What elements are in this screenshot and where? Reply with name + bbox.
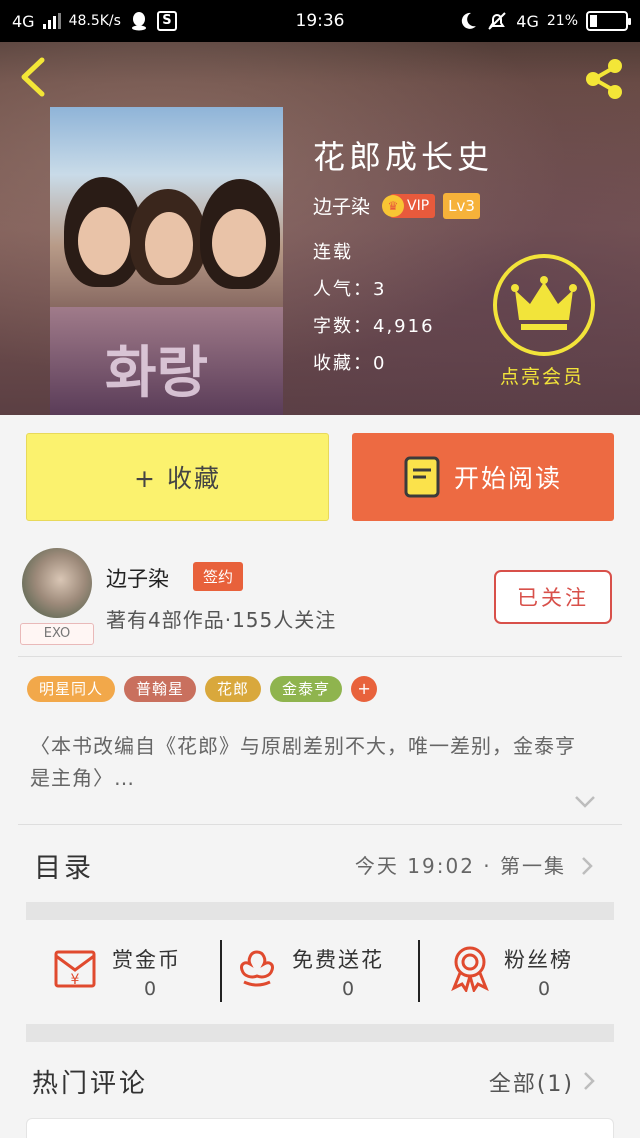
- reward-flowers-label: 免费送花: [292, 948, 384, 972]
- battery-percent: 21%: [546, 13, 578, 29]
- chevron-right-icon[interactable]: [582, 1070, 596, 1092]
- reward-fans[interactable]: 粉丝榜 0: [420, 920, 640, 1024]
- favorite-label: + 收藏: [134, 464, 221, 493]
- qq-icon: [131, 12, 146, 31]
- tag-chip[interactable]: 明星同人: [27, 676, 116, 702]
- section-separator: [26, 1024, 614, 1042]
- chevron-right-icon: [582, 857, 593, 875]
- chevron-down-icon[interactable]: [574, 795, 596, 809]
- book-author[interactable]: 边子染: [313, 192, 370, 219]
- favorite-button[interactable]: + 收藏: [26, 433, 329, 521]
- author-card: EXO 边子染 签约 著有4部作品·155人关注 已关注: [0, 535, 640, 655]
- clock: 19:36: [295, 11, 345, 31]
- divider: [18, 824, 622, 825]
- catalog-title: 目录: [34, 853, 94, 884]
- reward-coins-count: 0: [144, 978, 157, 1000]
- vip-badge: ♛ VIP: [382, 193, 436, 218]
- svg-text:¥: ¥: [71, 972, 80, 988]
- reward-coins[interactable]: ¥ 赏金币 0: [0, 920, 220, 1024]
- mute-bell-icon: [488, 12, 507, 30]
- start-reading-label: 开始阅读: [453, 464, 562, 493]
- add-tag-button[interactable]: +: [351, 676, 378, 702]
- book-icon: [404, 456, 440, 498]
- reward-coins-label: 赏金币: [112, 948, 181, 972]
- hot-comments-header: 热门评论 全部(1): [0, 1048, 640, 1118]
- red-envelope-icon: ¥: [54, 950, 96, 988]
- flower-icon: [240, 950, 274, 987]
- word-count: 字数：4,916: [313, 316, 435, 337]
- all-comments-link[interactable]: 全部(1): [489, 1066, 574, 1098]
- reward-bar: ¥ 赏金币 0 免费送花 0 粉丝榜 0: [0, 920, 640, 1024]
- app-s-icon: S: [156, 11, 177, 31]
- tag-chip[interactable]: 金泰亨: [270, 676, 343, 702]
- member-button[interactable]: [493, 254, 595, 356]
- level-badge: Lv3: [443, 192, 480, 219]
- latest-chapter: 今天 19:02 · 第一集: [354, 854, 566, 878]
- network-right-label: 4G: [516, 11, 539, 31]
- author-name[interactable]: 边子染: [106, 563, 169, 593]
- book-cover-image[interactable]: 화랑: [50, 107, 283, 415]
- reward-flowers-count: 0: [342, 978, 355, 1000]
- member-label[interactable]: 点亮会员: [500, 362, 584, 389]
- cover-logo: 화랑: [105, 341, 209, 406]
- book-hero: 4G 48.5K/s S 19:36 4G 21% 화랑 花郎成长史 边子染 ♛…: [0, 0, 640, 415]
- tag-chip[interactable]: 花郎: [205, 676, 262, 702]
- tag-list: 明星同人 普翰星 花郎 金泰亨 +: [27, 676, 378, 702]
- status-bar: 4G 48.5K/s S 19:36 4G 21%: [0, 0, 640, 42]
- book-title: 花郎成长史: [313, 138, 494, 176]
- book-summary[interactable]: 〈本书改编自《花郎》与原剧差别不大，唯一差别，金泰亨是主角〉…: [30, 730, 590, 794]
- hot-comments-title: 热门评论: [32, 1069, 149, 1099]
- reward-fans-count: 0: [538, 978, 551, 1000]
- tag-chip[interactable]: 普翰星: [124, 676, 197, 702]
- reward-fans-label: 粉丝榜: [504, 948, 573, 972]
- network-label: 4G: [12, 11, 35, 31]
- avatar-tag: EXO: [20, 623, 94, 645]
- catalog-row[interactable]: 目录 今天 19:02 · 第一集: [0, 830, 640, 902]
- divider: [18, 656, 622, 657]
- popularity: 人气：3: [313, 279, 387, 300]
- share-icon[interactable]: [582, 56, 628, 102]
- signed-badge: 签约: [193, 562, 244, 591]
- favorite-count: 收藏：0: [313, 353, 387, 374]
- section-separator: [26, 902, 614, 920]
- author-avatar[interactable]: [22, 548, 92, 618]
- vip-label: VIP: [407, 197, 430, 214]
- moon-icon: [462, 12, 477, 29]
- back-arrow-icon[interactable]: [16, 56, 52, 98]
- battery-icon: [586, 11, 631, 31]
- signal-icon: [42, 13, 61, 29]
- comment-card[interactable]: [26, 1118, 614, 1138]
- start-reading-button[interactable]: 开始阅读: [352, 433, 614, 521]
- author-description: 著有4部作品·155人关注: [106, 608, 337, 632]
- follow-button[interactable]: 已关注: [494, 570, 612, 624]
- reward-flowers[interactable]: 免费送花 0: [222, 920, 418, 1024]
- book-author-line: 边子染 ♛ VIP Lv3: [313, 192, 480, 219]
- crown-icon: ♛: [382, 194, 405, 217]
- network-speed: 48.5K/s: [68, 13, 121, 29]
- crown-icon: [511, 276, 577, 330]
- serial-status: 连载: [313, 242, 353, 263]
- ribbon-medal-icon: [451, 946, 489, 992]
